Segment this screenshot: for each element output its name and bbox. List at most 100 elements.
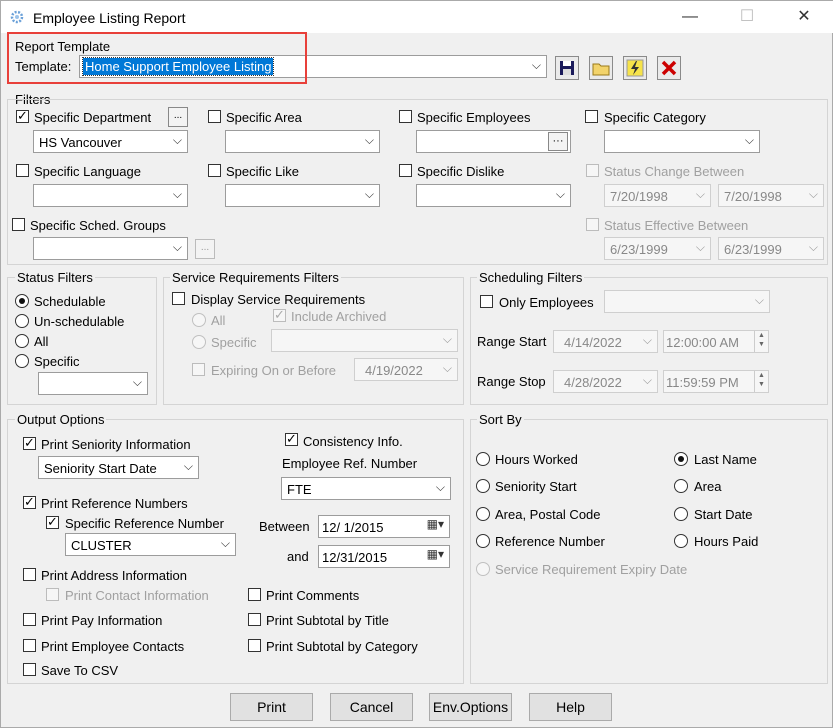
cancel-button[interactable]: Cancel bbox=[330, 693, 413, 721]
between-to-date[interactable]: 12/31/2015 ▦▾ bbox=[318, 545, 450, 568]
range-start-date[interactable]: 4/14/2022 ⌵ bbox=[553, 330, 658, 353]
print-address-checkbox[interactable] bbox=[23, 568, 36, 581]
status-effective-to-date[interactable]: 6/23/1999 ⌵ bbox=[718, 237, 824, 260]
status-effective-checkbox[interactable] bbox=[586, 218, 599, 231]
subtotal-category-label: Print Subtotal by Category bbox=[266, 639, 418, 654]
seniority-start-label: Seniority Start bbox=[495, 479, 577, 494]
specific-area-checkbox[interactable] bbox=[208, 110, 221, 123]
sched-groups-more-button[interactable]: ... bbox=[195, 239, 215, 259]
annotation-highlight-box bbox=[7, 32, 307, 84]
radio-area[interactable] bbox=[674, 479, 688, 493]
specific-dislike-checkbox[interactable] bbox=[399, 164, 412, 177]
range-start-date-value: 4/14/2022 bbox=[564, 335, 622, 350]
consistency-checkbox[interactable]: ✓ bbox=[285, 431, 298, 446]
open-template-button[interactable] bbox=[589, 56, 613, 80]
range-start-time[interactable]: 12:00:00 AM ▲ ▼ bbox=[663, 330, 769, 353]
specific-like-checkbox[interactable] bbox=[208, 164, 221, 177]
area-combo[interactable]: ⌵ bbox=[225, 130, 380, 153]
radio-last-name[interactable] bbox=[674, 452, 688, 466]
expiring-checkbox[interactable] bbox=[192, 363, 205, 376]
display-service-req-checkbox[interactable] bbox=[172, 292, 185, 305]
consistency-label: Consistency Info. bbox=[303, 434, 403, 449]
radio-unschedulable[interactable] bbox=[15, 314, 29, 328]
status-specific-combo[interactable]: ⌵ bbox=[38, 372, 148, 395]
radio-hours-worked[interactable] bbox=[476, 452, 490, 466]
time-spinner-icon[interactable]: ▲ ▼ bbox=[754, 371, 768, 392]
hours-paid-label: Hours Paid bbox=[694, 534, 759, 549]
radio-service-all[interactable] bbox=[192, 313, 206, 327]
dislike-combo[interactable]: ⌵ bbox=[416, 184, 571, 207]
print-button[interactable]: Print bbox=[230, 693, 313, 721]
save-template-button[interactable] bbox=[555, 56, 579, 80]
only-employees-combo[interactable]: ⌵ bbox=[604, 290, 770, 313]
specific-language-label: Specific Language bbox=[34, 164, 141, 179]
department-combo[interactable]: HS Vancouver ⌵ bbox=[33, 130, 188, 153]
radio-hours-paid[interactable] bbox=[674, 534, 688, 548]
radio-service-expiry[interactable] bbox=[476, 562, 490, 576]
employees-field[interactable]: ··· bbox=[416, 130, 571, 153]
status-change-to-date[interactable]: 7/20/1998 ⌵ bbox=[718, 184, 824, 207]
sched-groups-combo[interactable]: ⌵ bbox=[33, 237, 188, 260]
print-ref-checkbox[interactable]: ✓ bbox=[23, 494, 36, 509]
delete-template-button[interactable] bbox=[657, 56, 681, 80]
maximize-button[interactable]: ☐ bbox=[732, 7, 762, 27]
sched-groups-checkbox[interactable] bbox=[12, 218, 25, 231]
save-csv-checkbox[interactable] bbox=[23, 663, 36, 676]
minimize-button[interactable]: — bbox=[675, 7, 705, 27]
status-effective-from-value: 6/23/1999 bbox=[610, 242, 668, 257]
service-specific-combo[interactable]: ⌵ bbox=[271, 329, 458, 352]
radio-seniority-start[interactable] bbox=[476, 479, 490, 493]
print-emp-contacts-checkbox[interactable] bbox=[23, 639, 36, 652]
unschedulable-label: Un-schedulable bbox=[34, 314, 125, 329]
specific-category-checkbox[interactable] bbox=[585, 110, 598, 123]
specific-employees-checkbox[interactable] bbox=[399, 110, 412, 123]
specific-department-checkbox[interactable]: ✓ bbox=[16, 108, 29, 123]
print-seniority-checkbox[interactable]: ✓ bbox=[23, 435, 36, 450]
expiring-date[interactable]: 4/19/2022 ⌵ bbox=[354, 358, 458, 381]
department-more-button[interactable]: ... bbox=[168, 107, 188, 127]
radio-service-specific[interactable] bbox=[192, 335, 206, 349]
print-comments-label: Print Comments bbox=[266, 588, 360, 603]
like-combo[interactable]: ⌵ bbox=[225, 184, 380, 207]
chevron-down-icon: ⌵ bbox=[808, 187, 818, 201]
range-start-label: Range Start bbox=[477, 334, 547, 349]
range-stop-time[interactable]: 11:59:59 PM ▲ ▼ bbox=[663, 370, 769, 393]
seniority-combo[interactable]: Seniority Start Date ⌵ bbox=[38, 456, 199, 479]
status-change-from-date[interactable]: 7/20/1998 ⌵ bbox=[604, 184, 711, 207]
range-stop-date[interactable]: 4/28/2022 ⌵ bbox=[553, 370, 658, 393]
status-filters-label: Status Filters bbox=[15, 270, 95, 285]
include-archived-checkbox[interactable]: ✓ bbox=[273, 307, 286, 322]
specific-language-checkbox[interactable] bbox=[16, 164, 29, 177]
print-pay-checkbox[interactable] bbox=[23, 613, 36, 626]
status-effective-from-date[interactable]: 6/23/1999 ⌵ bbox=[604, 237, 711, 260]
status-change-checkbox[interactable] bbox=[586, 164, 599, 177]
ref-combo[interactable]: CLUSTER ⌵ bbox=[65, 533, 236, 556]
print-comments-checkbox[interactable] bbox=[248, 588, 261, 601]
expiring-date-value: 4/19/2022 bbox=[365, 363, 423, 378]
employees-more-button[interactable]: ··· bbox=[548, 132, 568, 151]
emp-ref-combo[interactable]: FTE ⌵ bbox=[281, 477, 451, 500]
radio-all[interactable] bbox=[15, 334, 29, 348]
between-from-date[interactable]: 12/ 1/2015 ▦▾ bbox=[318, 515, 450, 538]
category-combo[interactable]: ⌵ bbox=[604, 130, 760, 153]
chevron-down-icon: ⌵ bbox=[642, 373, 652, 387]
language-combo[interactable]: ⌵ bbox=[33, 184, 188, 207]
subtotal-title-checkbox[interactable] bbox=[248, 613, 261, 626]
radio-area-postal[interactable] bbox=[476, 507, 490, 521]
help-button[interactable]: Help bbox=[529, 693, 612, 721]
radio-start-date[interactable] bbox=[674, 507, 688, 521]
radio-ref-number[interactable] bbox=[476, 534, 490, 548]
run-template-button[interactable] bbox=[623, 56, 647, 80]
specific-ref-checkbox[interactable]: ✓ bbox=[46, 514, 59, 529]
radio-schedulable[interactable] bbox=[15, 294, 29, 308]
subtotal-category-checkbox[interactable] bbox=[248, 639, 261, 652]
only-employees-checkbox[interactable] bbox=[480, 295, 493, 308]
close-button[interactable]: ✕ bbox=[789, 7, 819, 27]
radio-specific[interactable] bbox=[15, 354, 29, 368]
seniority-value: Seniority Start Date bbox=[44, 461, 157, 476]
env-options-button[interactable]: Env.Options bbox=[429, 693, 512, 721]
chevron-down-icon: ⌵ bbox=[172, 240, 182, 254]
print-contact-checkbox[interactable] bbox=[46, 588, 59, 601]
time-spinner-icon[interactable]: ▲ ▼ bbox=[754, 331, 768, 352]
chevron-down-icon: ⌵ bbox=[642, 333, 652, 347]
